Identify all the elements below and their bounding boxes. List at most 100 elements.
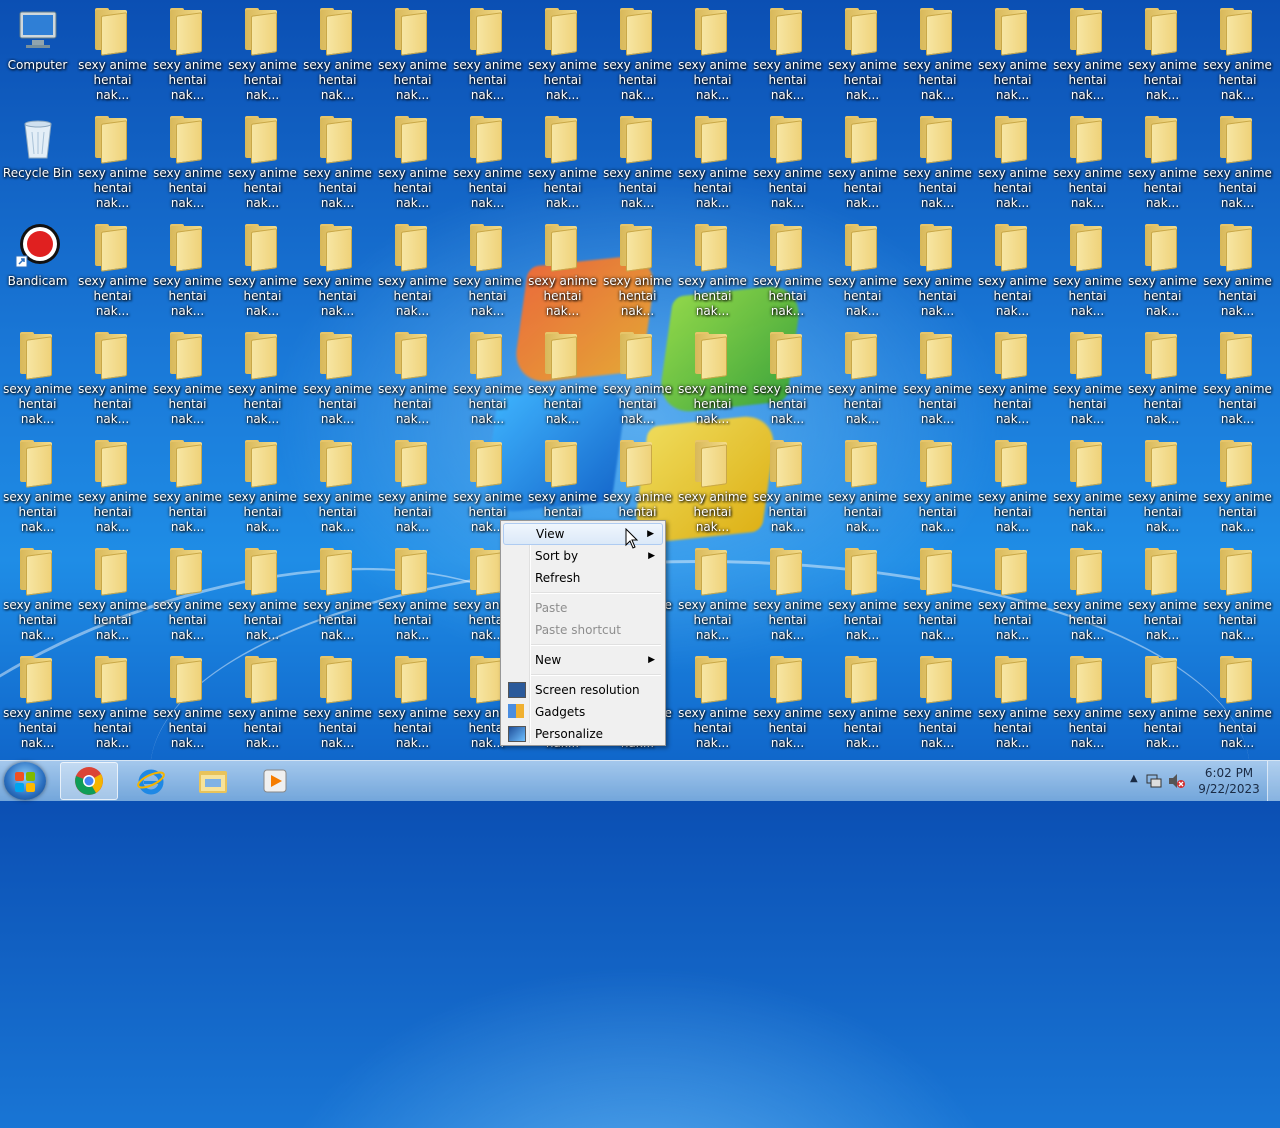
desktop-folder[interactable]: sexy anime hentai nak... <box>300 540 375 648</box>
menu-item-screen-resolution[interactable]: Screen resolution <box>503 679 663 701</box>
desktop-folder[interactable]: sexy anime hentai nak... <box>675 648 750 756</box>
network-icon[interactable] <box>1146 773 1162 789</box>
desktop-folder[interactable]: sexy anime hentai nak... <box>900 540 975 648</box>
desktop-folder[interactable]: sexy anime hentai nak... <box>1200 324 1275 432</box>
desktop-folder[interactable]: sexy anime hentai nak... <box>225 108 300 216</box>
desktop-folder[interactable]: sexy anime hentai nak... <box>0 324 75 432</box>
desktop-folder[interactable]: sexy anime hentai nak... <box>300 108 375 216</box>
desktop-folder[interactable]: sexy anime hentai nak... <box>225 540 300 648</box>
menu-item-view[interactable]: View ▶ <box>503 523 663 545</box>
desktop-folder[interactable]: sexy anime hentai nak... <box>225 432 300 540</box>
desktop-folder[interactable]: sexy anime hentai nak... <box>825 216 900 324</box>
desktop-folder[interactable]: sexy anime hentai nak... <box>1050 324 1125 432</box>
desktop-folder[interactable]: sexy anime hentai nak... <box>450 216 525 324</box>
desktop-folder[interactable]: sexy anime hentai nak... <box>1125 216 1200 324</box>
clock[interactable]: 6:02 PM 9/22/2023 <box>1194 765 1264 797</box>
desktop-folder[interactable]: sexy anime hentai nak... <box>1050 432 1125 540</box>
desktop-folder[interactable]: sexy anime hentai nak... <box>1050 540 1125 648</box>
desktop-folder[interactable]: sexy anime hentai nak... <box>150 648 225 756</box>
desktop-folder[interactable]: sexy anime hentai nak... <box>1125 540 1200 648</box>
desktop-folder[interactable]: sexy anime hentai nak... <box>225 648 300 756</box>
menu-item-personalize[interactable]: Personalize <box>503 723 663 745</box>
desktop-folder[interactable]: sexy anime hentai nak... <box>375 432 450 540</box>
desktop-folder[interactable]: sexy anime hentai nak... <box>75 216 150 324</box>
start-button[interactable] <box>4 762 46 800</box>
desktop-folder[interactable]: sexy anime hentai nak... <box>300 216 375 324</box>
desktop-folder[interactable]: sexy anime hentai nak... <box>600 108 675 216</box>
desktop-folder[interactable]: sexy anime hentai nak... <box>1050 648 1125 756</box>
desktop-folder[interactable]: sexy anime hentai nak... <box>150 0 225 108</box>
desktop-folder[interactable]: sexy anime hentai nak... <box>75 540 150 648</box>
desktop-folder[interactable]: sexy anime hentai nak... <box>300 648 375 756</box>
desktop-folder[interactable]: sexy anime hentai nak... <box>825 0 900 108</box>
desktop-folder[interactable]: sexy anime hentai nak... <box>675 432 750 540</box>
desktop-folder[interactable]: sexy anime hentai nak... <box>675 216 750 324</box>
desktop-folder[interactable]: sexy anime hentai nak... <box>75 432 150 540</box>
desktop-folder[interactable]: sexy anime hentai nak... <box>0 540 75 648</box>
menu-item-refresh[interactable]: Refresh <box>503 567 663 589</box>
desktop-folder[interactable]: sexy anime hentai nak... <box>375 216 450 324</box>
desktop-folder[interactable]: sexy anime hentai nak... <box>1125 324 1200 432</box>
desktop-folder[interactable]: sexy anime hentai nak... <box>1050 216 1125 324</box>
taskbar-media-player[interactable] <box>246 762 304 800</box>
desktop-folder[interactable]: sexy anime hentai nak... <box>1050 0 1125 108</box>
desktop-folder[interactable]: sexy anime hentai nak... <box>750 648 825 756</box>
desktop-folder[interactable]: sexy anime hentai nak... <box>525 108 600 216</box>
desktop-folder[interactable]: sexy anime hentai nak... <box>300 432 375 540</box>
desktop-folder[interactable]: sexy anime hentai nak... <box>75 648 150 756</box>
desktop-folder[interactable]: sexy anime hentai nak... <box>600 324 675 432</box>
desktop-folder[interactable]: sexy anime hentai nak... <box>1200 0 1275 108</box>
desktop-folder[interactable]: sexy anime hentai nak... <box>225 0 300 108</box>
desktop-folder[interactable]: sexy anime hentai nak... <box>750 108 825 216</box>
desktop-folder[interactable]: sexy anime hentai nak... <box>825 540 900 648</box>
desktop-folder[interactable]: sexy anime hentai nak... <box>525 0 600 108</box>
desktop-folder[interactable]: sexy anime hentai nak... <box>150 432 225 540</box>
desktop-folder[interactable]: sexy anime hentai nak... <box>750 324 825 432</box>
desktop-folder[interactable]: sexy anime hentai nak... <box>150 540 225 648</box>
desktop-folder[interactable]: sexy anime hentai nak... <box>1125 648 1200 756</box>
desktop-folder[interactable]: sexy anime hentai nak... <box>750 0 825 108</box>
desktop-folder[interactable]: sexy anime hentai nak... <box>525 216 600 324</box>
desktop-icon-bandicam[interactable]: Bandicam <box>0 216 75 324</box>
desktop-folder[interactable]: sexy anime hentai nak... <box>525 324 600 432</box>
desktop-folder[interactable]: sexy anime hentai nak... <box>1200 432 1275 540</box>
desktop-folder[interactable]: sexy anime hentai nak... <box>900 216 975 324</box>
desktop-folder[interactable]: sexy anime hentai nak... <box>600 216 675 324</box>
desktop-folder[interactable]: sexy anime hentai nak... <box>375 0 450 108</box>
desktop-folder[interactable]: sexy anime hentai nak... <box>675 324 750 432</box>
desktop-folder[interactable]: sexy anime hentai nak... <box>1125 432 1200 540</box>
desktop-folder[interactable]: sexy anime hentai nak... <box>750 540 825 648</box>
menu-item-sort-by[interactable]: Sort by ▶ <box>503 545 663 567</box>
desktop-folder[interactable]: sexy anime hentai nak... <box>1200 216 1275 324</box>
taskbar-windows-explorer[interactable] <box>184 762 242 800</box>
desktop-folder[interactable]: sexy anime hentai nak... <box>0 648 75 756</box>
desktop-folder[interactable]: sexy anime hentai nak... <box>825 324 900 432</box>
desktop-folder[interactable]: sexy anime hentai nak... <box>150 324 225 432</box>
desktop-folder[interactable]: sexy anime hentai nak... <box>75 324 150 432</box>
desktop-folder[interactable]: sexy anime hentai nak... <box>1200 108 1275 216</box>
desktop-folder[interactable]: sexy anime hentai nak... <box>825 432 900 540</box>
desktop-folder[interactable]: sexy anime hentai nak... <box>225 324 300 432</box>
desktop-folder[interactable]: sexy anime hentai nak... <box>675 0 750 108</box>
desktop-icon-recycle-bin[interactable]: Recycle Bin <box>0 108 75 216</box>
desktop-folder[interactable]: sexy anime hentai nak... <box>1200 648 1275 756</box>
desktop-folder[interactable]: sexy anime hentai nak... <box>150 216 225 324</box>
desktop-folder[interactable]: sexy anime hentai nak... <box>0 432 75 540</box>
desktop-folder[interactable]: sexy anime hentai nak... <box>75 0 150 108</box>
desktop-folder[interactable]: sexy anime hentai nak... <box>975 648 1050 756</box>
desktop-folder[interactable]: sexy anime hentai nak... <box>150 108 225 216</box>
desktop-folder[interactable]: sexy anime hentai nak... <box>975 432 1050 540</box>
desktop-folder[interactable]: sexy anime hentai nak... <box>975 216 1050 324</box>
desktop-folder[interactable]: sexy anime hentai nak... <box>375 648 450 756</box>
desktop-folder[interactable]: sexy anime hentai nak... <box>975 0 1050 108</box>
desktop-folder[interactable]: sexy anime hentai nak... <box>900 0 975 108</box>
menu-item-new[interactable]: New ▶ <box>503 649 663 671</box>
desktop-folder[interactable]: sexy anime hentai nak... <box>1200 540 1275 648</box>
desktop-folder[interactable]: sexy anime hentai nak... <box>975 540 1050 648</box>
desktop[interactable]: Computer Recycle Bin Bandicam sexy anime he… <box>0 0 1280 1128</box>
desktop-folder[interactable]: sexy anime hentai nak... <box>450 108 525 216</box>
desktop-folder[interactable]: sexy anime hentai nak... <box>375 324 450 432</box>
desktop-folder[interactable]: sexy anime hentai nak... <box>675 108 750 216</box>
desktop-folder[interactable]: sexy anime hentai nak... <box>975 324 1050 432</box>
desktop-folder[interactable]: sexy anime hentai nak... <box>375 108 450 216</box>
